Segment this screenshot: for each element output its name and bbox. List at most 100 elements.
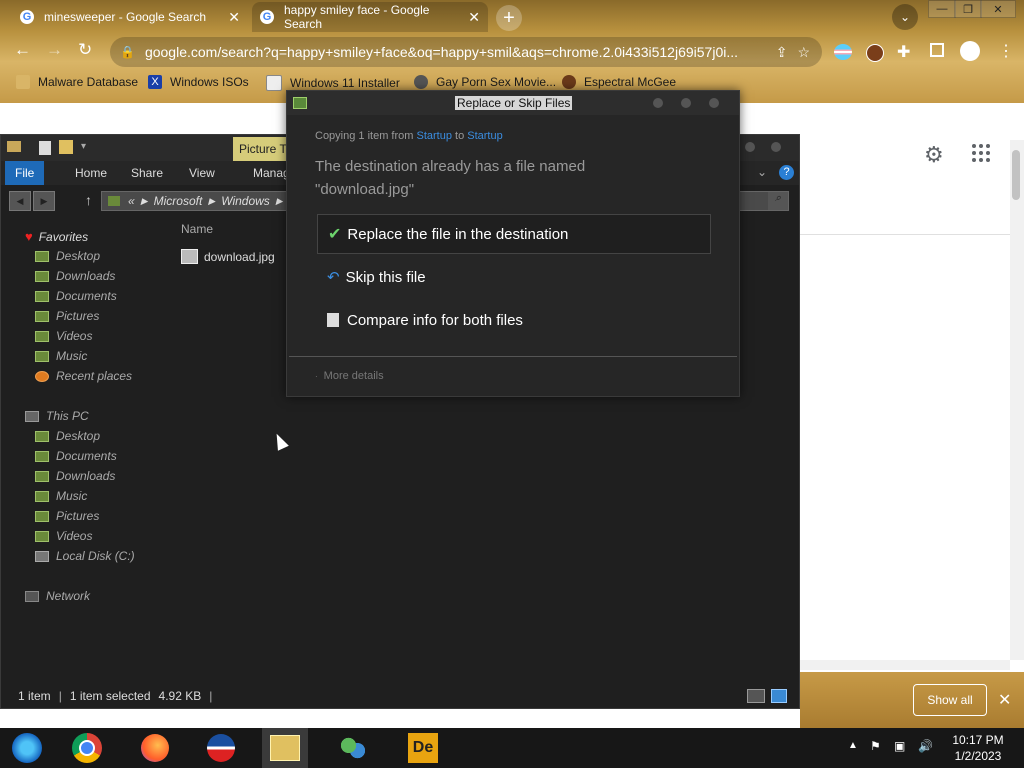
tab-happy-smiley[interactable]: G happy smiley face - Google Search ✕: [252, 2, 488, 32]
compare-option[interactable]: Compare info for both files: [317, 300, 711, 340]
picture-tools-tab[interactable]: Picture T: [233, 137, 289, 161]
side-panel-icon[interactable]: [930, 43, 944, 57]
undo-arrow-icon: ↶: [327, 269, 340, 286]
nav-music[interactable]: Music: [35, 349, 87, 363]
chevron-down-icon[interactable]: ▾: [81, 141, 86, 152]
start-button[interactable]: [10, 731, 44, 765]
tab-share[interactable]: Share: [121, 161, 173, 185]
breadcrumb-windows[interactable]: Windows: [221, 194, 270, 208]
de-app-taskbar-button[interactable]: De: [406, 731, 440, 765]
explorer-taskbar-button[interactable]: [262, 728, 308, 768]
page-scrollbar[interactable]: [1010, 140, 1024, 660]
nav-videos[interactable]: Videos: [35, 329, 92, 343]
bookmark-label: Espectral McGee: [584, 75, 677, 89]
messenger-taskbar-button[interactable]: [336, 731, 370, 765]
maximize-icon[interactable]: ❐: [954, 0, 982, 18]
nav-label: Local Disk (C:): [56, 549, 135, 563]
up-arrow-icon[interactable]: ↑: [85, 192, 92, 208]
close-dot-icon[interactable]: [771, 142, 781, 152]
tab-view[interactable]: View: [179, 161, 225, 185]
more-details-toggle[interactable]: · More details: [315, 370, 384, 382]
nav-local-disk[interactable]: Local Disk (C:): [35, 549, 135, 563]
bookmark-windows-isos[interactable]: X Windows ISOs: [148, 75, 249, 89]
share-icon[interactable]: ⇪: [776, 44, 788, 61]
nav-network[interactable]: Network: [25, 589, 90, 603]
star-icon[interactable]: ☆: [797, 44, 810, 61]
replace-skip-dialog: Replace or Skip Files Copying 1 item fro…: [286, 90, 740, 397]
nav-pc-music[interactable]: Music: [35, 489, 87, 503]
replace-option[interactable]: ✔ Replace the file in the destination: [317, 214, 711, 254]
forward-icon[interactable]: ▶: [33, 191, 55, 211]
horizontal-scrollbar[interactable]: [800, 660, 1010, 670]
action-center-flag-icon[interactable]: ⚑: [870, 739, 881, 753]
minimize-icon[interactable]: —: [928, 0, 956, 18]
destination-link[interactable]: Startup: [467, 130, 502, 142]
details-view-icon[interactable]: [747, 689, 765, 703]
address-bar[interactable]: 🔒 google.com/search?q=happy+smiley+face&…: [110, 37, 822, 67]
apps-grid-icon[interactable]: [972, 144, 990, 162]
show-all-button[interactable]: Show all: [913, 684, 987, 716]
nav-pictures[interactable]: Pictures: [35, 309, 99, 323]
back-icon[interactable]: ◀: [9, 191, 31, 211]
nav-downloads[interactable]: Downloads: [35, 269, 115, 283]
nav-pc-desktop[interactable]: Desktop: [35, 429, 100, 443]
network-icon[interactable]: ▣: [894, 739, 905, 753]
nav-pc-pictures[interactable]: Pictures: [35, 509, 99, 523]
breadcrumb-microsoft[interactable]: Microsoft: [154, 194, 203, 208]
search-icon[interactable]: ⌕: [768, 192, 788, 210]
bookmark-espectral-mcgee[interactable]: Espectral McGee: [562, 75, 676, 89]
reload-icon[interactable]: ↻: [78, 40, 92, 60]
extension-flag-icon[interactable]: [834, 44, 852, 60]
extension-avatar-icon[interactable]: [866, 44, 884, 62]
nav-desktop[interactable]: Desktop: [35, 249, 100, 263]
settings-gear-icon[interactable]: ⚙: [924, 142, 944, 168]
profile-icon[interactable]: [960, 41, 980, 61]
bookmark-malware-database[interactable]: Malware Database: [16, 75, 138, 89]
nav-pc-downloads[interactable]: Downloads: [35, 469, 115, 483]
close-window-icon[interactable]: ✕: [980, 0, 1016, 18]
tab-minesweeper[interactable]: G minesweeper - Google Search ✕: [12, 2, 248, 32]
file-item[interactable]: download.jpg: [181, 249, 275, 264]
close-icon[interactable]: ✕: [468, 9, 480, 26]
forward-icon[interactable]: →: [46, 40, 63, 60]
chevron-down-icon[interactable]: ⌄: [757, 165, 767, 179]
nav-pc-videos[interactable]: Videos: [35, 529, 92, 543]
tab-file[interactable]: File: [5, 161, 45, 185]
tab-home[interactable]: Home: [65, 161, 117, 185]
scrollbar-thumb[interactable]: [1012, 150, 1020, 200]
properties-icon[interactable]: [39, 141, 51, 155]
nav-favorites[interactable]: ♥ Favorites: [25, 229, 88, 244]
new-tab-button[interactable]: +: [496, 5, 522, 31]
menu-dots-icon[interactable]: ⋮: [998, 41, 1014, 61]
volume-icon[interactable]: 🔊: [918, 739, 933, 753]
close-icon[interactable]: ✕: [228, 9, 240, 26]
large-icons-view-icon[interactable]: [771, 689, 787, 703]
message-line: The destination already has a file named: [315, 158, 586, 175]
back-icon[interactable]: ←: [14, 40, 31, 60]
close-downloads-icon[interactable]: ✕: [998, 690, 1011, 710]
skip-option[interactable]: ↶ Skip this file: [317, 257, 711, 297]
minimize-dot-icon[interactable]: [745, 142, 755, 152]
extensions-puzzle-icon[interactable]: ✚: [897, 42, 910, 62]
help-icon[interactable]: ?: [779, 165, 794, 180]
source-link[interactable]: Startup: [416, 130, 451, 142]
maximize-dot-icon[interactable]: [681, 98, 691, 108]
chrome-taskbar-button[interactable]: [70, 731, 104, 765]
minimize-dot-icon[interactable]: [653, 98, 663, 108]
breadcrumb-overflow[interactable]: «: [128, 194, 135, 208]
bookmark-movie[interactable]: Gay Porn Sex Movie...: [414, 75, 556, 89]
nav-recent-places[interactable]: Recent places: [35, 369, 132, 383]
column-header-name[interactable]: Name: [181, 222, 213, 236]
close-dot-icon[interactable]: [709, 98, 719, 108]
new-folder-icon[interactable]: [59, 140, 73, 154]
tray-overflow-icon[interactable]: ▲: [848, 740, 858, 751]
bookmark-windows-11-installer[interactable]: Windows 11 Installer: [266, 75, 400, 91]
tab-search-icon[interactable]: ⌄: [892, 4, 918, 30]
obama-taskbar-button[interactable]: [204, 731, 238, 765]
clock[interactable]: 10:17 PM 1/2/2023: [944, 732, 1012, 764]
nav-this-pc[interactable]: This PC: [25, 409, 89, 423]
downloads-icon: [35, 270, 49, 282]
nav-pc-documents[interactable]: Documents: [35, 449, 117, 463]
nav-documents[interactable]: Documents: [35, 289, 117, 303]
firefox-taskbar-button[interactable]: [138, 731, 172, 765]
